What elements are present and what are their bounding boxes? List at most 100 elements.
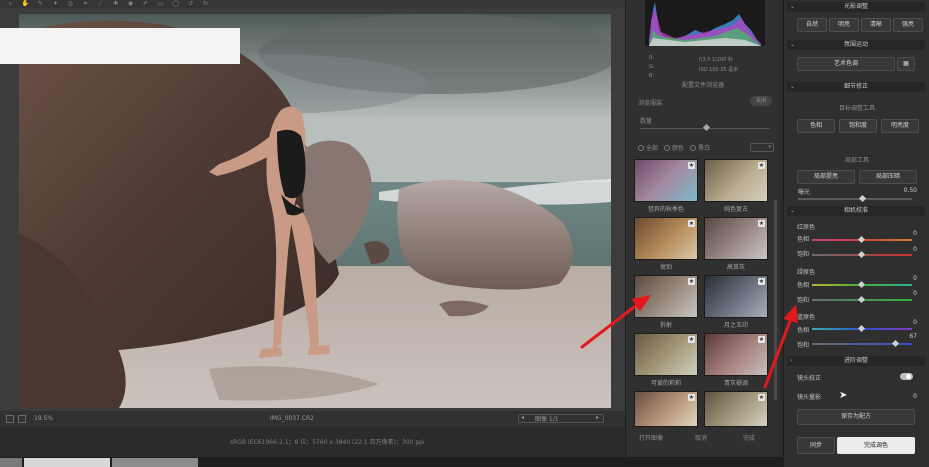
- prev-image-icon[interactable]: ◂: [521, 414, 524, 421]
- preset-thumbnail[interactable]: ★: [634, 333, 698, 376]
- exposure-slider[interactable]: [798, 198, 912, 200]
- exposure-value[interactable]: 0.50: [895, 187, 917, 194]
- profile-filter: 全部 颜色 黑白 ▾: [638, 142, 774, 152]
- zoom-menu-icon[interactable]: [18, 415, 26, 423]
- save-preset-button[interactable]: 保存为配方: [797, 409, 915, 425]
- favorite-icon[interactable]: ★: [758, 394, 765, 401]
- preset-thumbnail[interactable]: ★: [634, 217, 698, 260]
- blue-sat-value[interactable]: 67: [895, 333, 917, 340]
- section-detail[interactable]: ⌄ 细节修正: [787, 82, 925, 92]
- thumbnail[interactable]: [112, 458, 198, 467]
- saturation-button[interactable]: 饱和度: [839, 119, 877, 133]
- section-calibration[interactable]: ⌄ 相机校准: [787, 206, 925, 216]
- boost-button[interactable]: 强亮: [893, 18, 923, 32]
- pager-text: 图像 1/1: [535, 416, 559, 423]
- preset-thumbnail[interactable]: ★: [704, 217, 768, 260]
- preset-thumbnail[interactable]: ★: [634, 391, 698, 427]
- blue-hue-value[interactable]: 0: [895, 319, 917, 326]
- favorite-icon[interactable]: ★: [688, 220, 695, 227]
- favorite-icon[interactable]: ★: [758, 220, 765, 227]
- spot-removal-icon[interactable]: ✚: [111, 1, 120, 7]
- close-button[interactable]: 关闭: [750, 96, 772, 106]
- natural-button[interactable]: 自然: [797, 18, 827, 32]
- blue-sat-label: 饱和: [797, 342, 810, 349]
- favorite-icon[interactable]: ★: [758, 336, 765, 343]
- color-sampler-icon[interactable]: ✦: [51, 1, 60, 7]
- finish-button[interactable]: 完成调色: [837, 437, 915, 454]
- local-darken-button[interactable]: 局部压暗: [859, 170, 917, 184]
- green-hue-label: 色相: [797, 282, 810, 289]
- pager-box: [518, 414, 604, 423]
- status-bar: 19.5% IMG_0037.CR2 ◂ 图像 1/1 ▸: [0, 411, 625, 427]
- next-image-icon[interactable]: ▸: [596, 414, 599, 421]
- clear-button[interactable]: 清晰: [861, 18, 891, 32]
- favorite-icon[interactable]: ★: [758, 162, 765, 169]
- section-art[interactable]: ⌄ 氛围运动: [787, 40, 925, 50]
- favorite-icon[interactable]: ★: [688, 162, 695, 169]
- target-adjust-icon[interactable]: ◎: [66, 1, 75, 7]
- chevron-down-icon: ⌄: [790, 83, 796, 90]
- red-hue-value[interactable]: 0: [895, 230, 917, 237]
- filter-color-label: 颜色: [672, 144, 685, 152]
- rotate-right-icon[interactable]: ↻: [201, 1, 210, 7]
- image-info-link[interactable]: sRGB IEC61966-2.1；8 位；5760 x 3840 (22.1 …: [230, 437, 425, 446]
- favorite-icon[interactable]: ★: [758, 278, 765, 285]
- green-primary-label: 绿原色: [797, 269, 816, 276]
- chevron-down-icon: ⌄: [790, 41, 796, 48]
- preset-thumbnail[interactable]: ★: [704, 333, 768, 376]
- filter-all[interactable]: 全部: [638, 143, 658, 152]
- filter-bw[interactable]: 黑白: [690, 143, 710, 152]
- fit-view-icon[interactable]: [6, 415, 14, 423]
- preset-thumbnail[interactable]: ★: [704, 275, 768, 318]
- thumbnail[interactable]: [0, 458, 22, 467]
- exposure-label: 曝光: [798, 189, 811, 196]
- red-sat-value[interactable]: 0: [895, 246, 917, 253]
- readout-r: R:: [649, 55, 655, 61]
- crop-icon[interactable]: ⌗: [81, 1, 90, 7]
- preset-thumbnail[interactable]: ★: [634, 159, 698, 202]
- thumbnail[interactable]: [24, 458, 110, 467]
- gradient-icon[interactable]: ▭: [156, 1, 165, 7]
- chevron-right-icon: ›: [790, 357, 793, 364]
- bright-button[interactable]: 明亮: [829, 18, 859, 32]
- favorite-icon[interactable]: ★: [688, 278, 695, 285]
- open-image-button[interactable]: 打开图像: [639, 433, 663, 442]
- luminance-button[interactable]: 明亮度: [881, 119, 919, 133]
- section-advanced[interactable]: › 进阶调整: [787, 356, 925, 366]
- brush-icon[interactable]: ✐: [141, 1, 150, 7]
- hue-button[interactable]: 色相: [797, 119, 835, 133]
- browse-label: 浏览服装: [638, 100, 663, 107]
- cancel-button[interactable]: 取消: [695, 433, 707, 442]
- preset-thumbnail[interactable]: ★: [704, 159, 768, 202]
- filter-color[interactable]: 颜色: [664, 143, 684, 152]
- green-hue-value[interactable]: 0: [895, 275, 917, 282]
- local-tool-label: 局部工具: [844, 157, 869, 164]
- art-tone-button[interactable]: 艺术色调: [797, 57, 895, 71]
- grid-icon[interactable]: ▦: [897, 57, 915, 71]
- favorite-icon[interactable]: ★: [688, 336, 695, 343]
- done-button[interactable]: 完成: [743, 433, 755, 442]
- straighten-icon[interactable]: ⟋: [96, 1, 105, 7]
- red-sat-label: 饱和: [797, 251, 810, 258]
- eyedropper-icon[interactable]: ✎: [36, 1, 45, 7]
- redeye-icon[interactable]: ◉: [126, 1, 135, 7]
- preset-thumbnail[interactable]: ★: [634, 275, 698, 318]
- zoom-icon[interactable]: ⌕: [6, 1, 15, 7]
- lens-amount-value[interactable]: 0: [895, 393, 917, 400]
- sync-button[interactable]: 同步: [797, 437, 835, 454]
- preset-label: 纯色复古: [723, 206, 748, 213]
- green-sat-value[interactable]: 0: [895, 290, 917, 297]
- target-tool-label: 目标调整工具: [838, 105, 875, 112]
- green-sat-label: 饱和: [797, 297, 810, 304]
- zoom-level[interactable]: 19.5%: [34, 415, 53, 422]
- rotate-left-icon[interactable]: ↺: [186, 1, 195, 7]
- filter-select[interactable]: ▾: [750, 142, 774, 152]
- preset-thumbnail[interactable]: ★: [704, 391, 768, 427]
- section-presence[interactable]: ⌄ 光影调整: [787, 2, 925, 12]
- blue-hue-label: 色相: [797, 327, 810, 334]
- local-brighten-button[interactable]: 局部提亮: [797, 170, 855, 184]
- radial-icon[interactable]: ◯: [171, 1, 180, 7]
- favorite-icon[interactable]: ★: [688, 394, 695, 401]
- hand-icon[interactable]: ✋: [21, 1, 30, 7]
- scrollbar[interactable]: [774, 200, 777, 400]
